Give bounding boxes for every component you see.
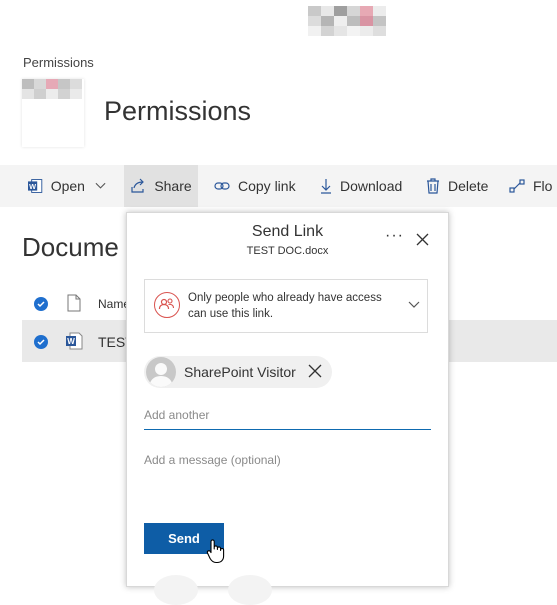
chevron-down-icon	[408, 301, 420, 308]
dialog-filename: TEST DOC.docx	[246, 245, 329, 257]
flow-button[interactable]: Flo	[509, 165, 552, 207]
permission-description: Only people who already have access can …	[188, 292, 382, 320]
hand-cursor-icon	[206, 539, 225, 564]
delete-label: Delete	[448, 178, 489, 194]
share-option-circle[interactable]	[154, 575, 198, 605]
flow-label: Flo	[533, 178, 553, 194]
close-icon[interactable]	[416, 233, 429, 246]
download-icon	[321, 179, 331, 194]
select-all-checkbox[interactable]	[34, 297, 48, 311]
flow-icon	[509, 179, 525, 193]
row-checkbox[interactable]	[34, 335, 48, 349]
share-label: Share	[154, 178, 192, 194]
open-button[interactable]: W Open	[28, 165, 114, 207]
library-heading: Docume	[22, 232, 119, 262]
command-bar: W Open Share Copy link Download Delete F…	[0, 165, 557, 207]
download-label: Download	[340, 178, 403, 194]
share-icon	[131, 178, 145, 193]
site-thumbnail-image	[22, 79, 82, 99]
more-options-icon[interactable]: ···	[385, 227, 404, 245]
checkmark-icon	[37, 339, 45, 346]
copy-link-label: Copy link	[238, 178, 296, 194]
delete-button[interactable]: Delete	[426, 165, 488, 207]
share-option-circle[interactable]	[228, 575, 272, 605]
word-icon: W	[28, 179, 43, 193]
add-another-input[interactable]	[144, 401, 431, 430]
send-link-dialog: Send Link TEST DOC.docx ··· Only people …	[126, 212, 449, 587]
link-icon	[214, 182, 230, 190]
open-label: Open	[50, 178, 85, 194]
remove-recipient-icon[interactable]	[308, 364, 322, 378]
copy-link-button[interactable]: Copy link	[214, 165, 296, 207]
avatar	[146, 357, 176, 387]
svg-text:W: W	[67, 337, 75, 346]
recipient-chip[interactable]: SharePoint Visitor	[144, 356, 332, 388]
breadcrumb[interactable]: Permissions	[23, 55, 94, 70]
download-button[interactable]: Download	[320, 165, 402, 207]
svg-text:W: W	[29, 182, 36, 191]
trash-icon	[427, 178, 439, 194]
chevron-down-icon	[95, 182, 106, 189]
word-file-icon: W	[66, 332, 83, 350]
recipient-name: SharePoint Visitor	[184, 364, 296, 380]
site-logo-image	[308, 6, 386, 36]
document-icon	[67, 294, 81, 312]
share-button[interactable]: Share	[124, 165, 198, 207]
message-input[interactable]	[144, 453, 431, 503]
link-permission-selector[interactable]: Only people who already have access can …	[144, 279, 428, 333]
checkmark-icon	[37, 301, 45, 308]
people-icon	[154, 292, 180, 318]
page-title: Permissions	[104, 96, 252, 126]
